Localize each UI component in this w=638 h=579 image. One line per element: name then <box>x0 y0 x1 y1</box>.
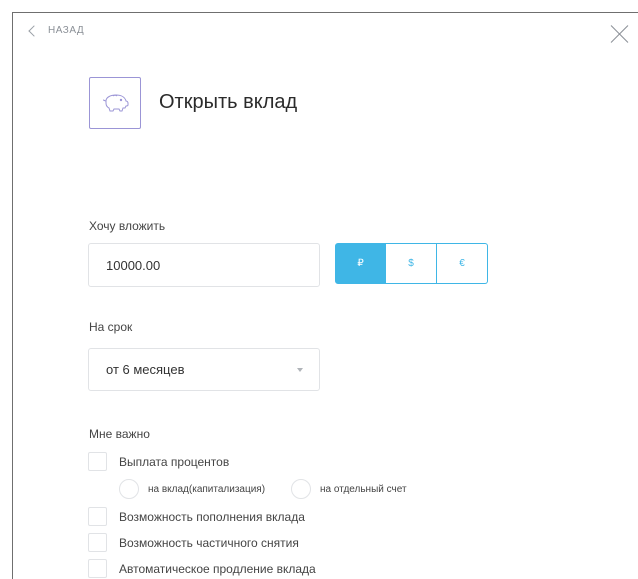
radio-capitalization[interactable]: на вклад(капитализация) <box>119 479 265 499</box>
term-label: На срок <box>89 320 133 334</box>
radio-capitalization-label: на вклад(капитализация) <box>148 483 266 495</box>
auto-renewal-label: Автоматическое продление вклада <box>119 561 316 576</box>
currency-usd-button[interactable]: $ <box>386 243 437 284</box>
chevron-left-icon <box>28 24 40 37</box>
caret-down-icon <box>297 368 303 372</box>
auto-renewal-checkbox[interactable]: Автоматическое продление вклада <box>88 559 316 578</box>
currency-rub-button[interactable]: ₽ <box>335 243 386 284</box>
replenishment-label: Возможность пополнения вклада <box>119 509 305 524</box>
partial-withdrawal-checkbox[interactable]: Возможность частичного снятия <box>88 533 299 552</box>
currency-toggle: ₽ $ € <box>335 243 488 284</box>
checkbox[interactable] <box>88 559 107 578</box>
replenishment-checkbox[interactable]: Возможность пополнения вклада <box>88 507 305 526</box>
piggy-bank-icon <box>89 77 141 129</box>
radio-separate-label: на отдельный счет <box>320 483 407 495</box>
checkbox[interactable] <box>88 452 107 471</box>
currency-eur-button[interactable]: € <box>437 243 488 284</box>
back-label: НАЗАД <box>48 25 85 36</box>
amount-label: Хочу вложить <box>89 219 166 233</box>
radio-separate-account[interactable]: на отдельный счет <box>291 479 407 499</box>
radio-button[interactable] <box>119 479 139 499</box>
partial-withdrawal-label: Возможность частичного снятия <box>119 535 299 550</box>
close-icon[interactable] <box>610 24 630 44</box>
page-title: Открыть вклад <box>159 91 298 113</box>
interest-payout-checkbox[interactable]: Выплата процентов <box>88 452 229 471</box>
options-label: Мне важно <box>89 427 150 441</box>
checkbox[interactable] <box>88 533 107 552</box>
checkbox[interactable] <box>88 507 107 526</box>
radio-button[interactable] <box>291 479 311 499</box>
term-select[interactable]: от 6 месяцев <box>88 348 320 391</box>
amount-input[interactable] <box>88 243 320 287</box>
term-select-value: от 6 месяцев <box>106 362 185 377</box>
interest-payout-label: Выплата процентов <box>119 454 230 469</box>
back-button[interactable]: НАЗАД <box>28 24 85 37</box>
